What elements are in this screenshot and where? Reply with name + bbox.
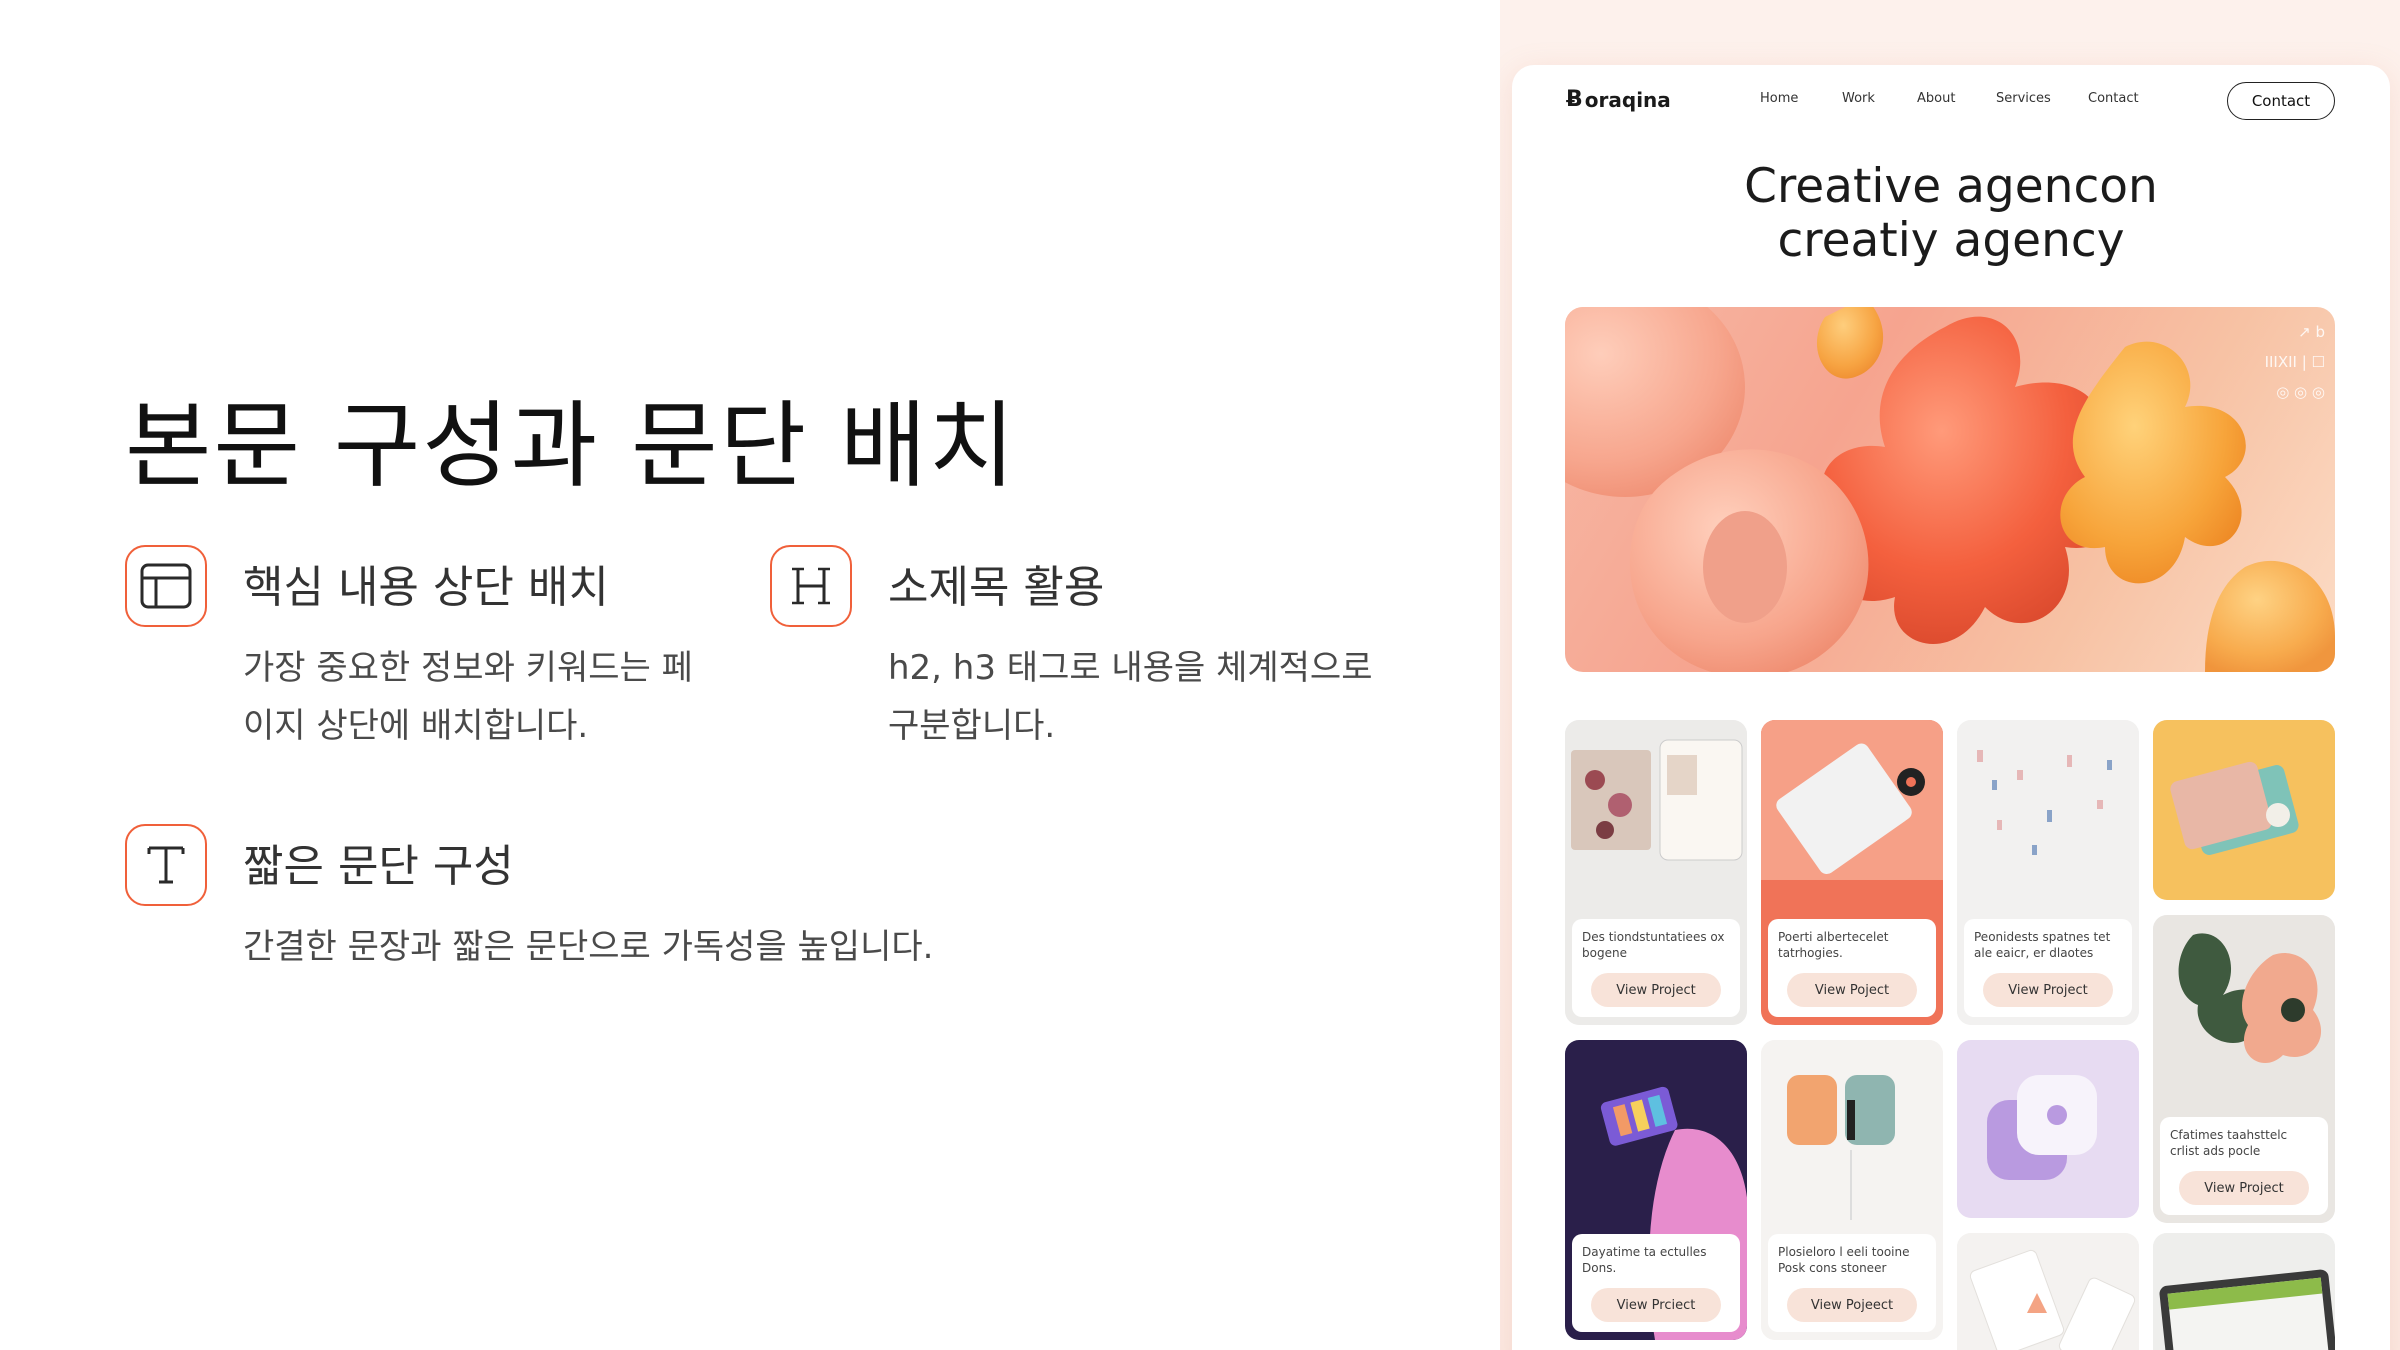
project-card-text: Des tiondstuntatiees ox bogene [1582,930,1725,960]
view-project-button[interactable]: View Project [1591,973,1721,1007]
project-card-info: Plosieloro l eeli tooine Posk cons stone… [1768,1234,1936,1332]
hero-3d-shapes [1565,307,2335,672]
project-card-text: Cfatimes taahsttelc crlist ads pocle [2170,1128,2288,1158]
project-thumbnail [2153,1233,2335,1350]
feature-desc: 간결한 문장과 짧은 문단으로 가독성을 높입니다. [243,927,934,967]
project-card-info: Peonidests spatnes tet ale eaicr, er dla… [1964,919,2132,1017]
nav-contact[interactable]: Contact [2088,91,2139,106]
logo-text: oraqina [1584,87,1671,112]
project-card-info: Dayatime ta ectulles Dons. View Prciect [1572,1234,1740,1332]
project-card[interactable] [2153,720,2335,900]
project-card[interactable]: Des tiondstuntatiees ox bogene View Proj… [1565,720,1747,1025]
project-card[interactable] [2153,1233,2335,1350]
hero-title: Creative agencon creatiy agency [1512,160,2390,268]
project-card-info: Des tiondstuntatiees ox bogene View Proj… [1572,919,1740,1017]
hero-title-line: Creative agencon [1744,159,2158,214]
hero-icons-row: ↗ b [2298,323,2325,341]
project-thumbnail [1957,1233,2139,1350]
feature-title: 짧은 문단 구성 [243,841,514,892]
nav-home[interactable]: Home [1760,91,1798,106]
hero-icons-row: ◎ ◎ ◎ [2276,383,2325,401]
project-card-info: Cfatimes taahsttelc crlist ads pocle Vie… [2160,1117,2328,1215]
slide-left-panel: 본문 구성과 문단 배치 핵심 내용 상단 배치 가장 중요한 정보와 키워드는… [0,0,1500,1350]
project-card[interactable]: Plosieloro l eeli tooine Posk cons stone… [1761,1040,1943,1340]
text-t-icon [125,824,207,906]
hero-icons-row: ΙΙΙΧΙΙ | ☐ [2264,353,2325,371]
mockup-navbar: Ƀ oraqina Home Work About Services Conta… [1512,65,2390,135]
mockup-logo[interactable]: Ƀ oraqina [1566,87,1671,112]
nav-services[interactable]: Services [1996,91,2051,106]
nav-work[interactable]: Work [1842,91,1875,106]
project-card-text: Dayatime ta ectulles Dons. [1582,1245,1707,1275]
view-project-button[interactable]: View Pojeect [1787,1288,1917,1322]
project-card[interactable] [1957,1233,2139,1350]
website-mockup: Ƀ oraqina Home Work About Services Conta… [1512,65,2390,1350]
view-project-button[interactable]: View Prciect [1591,1288,1721,1322]
project-card-text: Plosieloro l eeli tooine Posk cons stone… [1778,1245,1910,1275]
project-card-text: Poerti albertecelet tatrhogies. [1778,930,1889,960]
project-card-text: Peonidests spatnes tet ale eaicr, er dla… [1974,930,2111,960]
project-thumbnail [1957,1040,2139,1218]
project-card[interactable]: Peonidests spatnes tet ale eaicr, er dla… [1957,720,2139,1025]
project-card-info: Poerti albertecelet tatrhogies. View Poj… [1768,919,1936,1017]
layout-icon [125,545,207,627]
project-card[interactable]: Poerti albertecelet tatrhogies. View Poj… [1761,720,1943,1025]
hero-title-line: creatiy agency [1777,213,2125,268]
nav-about[interactable]: About [1917,91,1955,106]
logo-mark-icon: Ƀ [1566,87,1583,112]
heading-h-icon [770,545,852,627]
hero-image: ↗ b ΙΙΙΧΙΙ | ☐ ◎ ◎ ◎ [1565,307,2335,672]
slide-title: 본문 구성과 문단 배치 [125,392,1017,501]
feature-desc: h2, h3 태그로 내용을 체계적으로 구분합니다. [888,648,1373,746]
view-project-button[interactable]: View Poject [1787,973,1917,1007]
project-thumbnail [2153,720,2335,900]
view-project-button[interactable]: View Project [1983,973,2113,1007]
project-card[interactable]: Cfatimes taahsttelc crlist ads pocle Vie… [2153,915,2335,1223]
view-project-button[interactable]: View Project [2179,1171,2309,1205]
feature-desc: 가장 중요한 정보와 키워드는 페이지 상단에 배치합니다. [243,648,693,746]
contact-button[interactable]: Contact [2227,82,2335,120]
project-card[interactable]: Dayatime ta ectulles Dons. View Prciect [1565,1040,1747,1340]
feature-title: 소제목 활용 [888,562,1105,613]
website-mockup-panel: Ƀ oraqina Home Work About Services Conta… [1500,0,2400,1350]
feature-title: 핵심 내용 상단 배치 [243,562,609,613]
hero-social-icons: ↗ b ΙΙΙΧΙΙ | ☐ ◎ ◎ ◎ [2265,317,2325,407]
project-card[interactable] [1957,1040,2139,1218]
